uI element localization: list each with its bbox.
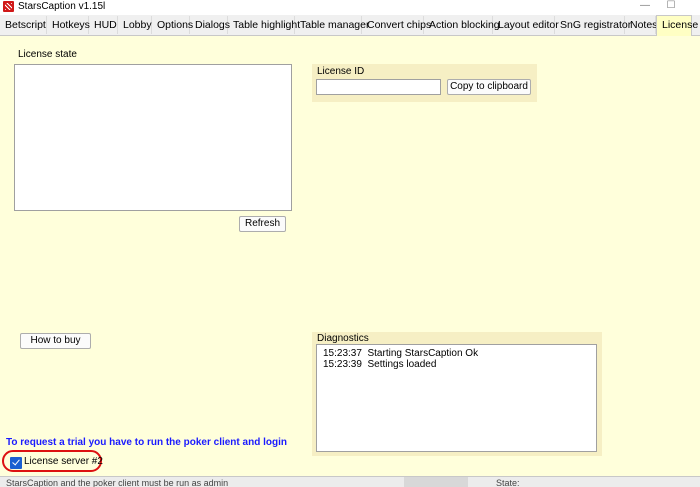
copy-to-clipboard-button[interactable]: Copy to clipboard (447, 79, 531, 95)
tab-convert-chips[interactable]: Convert chips (362, 16, 431, 34)
tab-sng-registrator[interactable]: SnG registrator (555, 16, 631, 34)
maximize-icon[interactable]: ☐ (656, 0, 686, 14)
license-id-label: License ID (317, 66, 365, 77)
tab-betscript[interactable]: Betscript (0, 16, 47, 34)
license-server-label[interactable]: License server #2 (24, 456, 103, 467)
tab-table-manager[interactable]: Table manager (295, 16, 369, 34)
tab-bar: Betscript Hotkeys HUD Lobby Options Dial… (0, 15, 700, 36)
license-panel: License state Refresh License ID Copy to… (0, 36, 700, 476)
tab-license[interactable]: License (656, 15, 698, 36)
license-id-group: License ID Copy to clipboard (312, 64, 537, 102)
tab-action-blocking[interactable]: Action blocking (424, 16, 500, 34)
app-icon (3, 1, 14, 12)
log-line: 15:23:37 Starting StarsCaption Ok (323, 348, 479, 359)
tab-table-highlight[interactable]: Table highlight (228, 16, 300, 34)
tab-lobby[interactable]: Lobby (118, 16, 152, 34)
diagnostics-label: Diagnostics (317, 333, 369, 344)
how-to-buy-button[interactable]: How to buy (20, 333, 91, 349)
log-line: 15:23:39 Settings loaded (323, 358, 437, 370)
license-state-box[interactable] (14, 64, 292, 211)
window-title: StarsCaption v1.15l (18, 1, 106, 12)
license-id-field[interactable] (316, 79, 441, 95)
license-server-checkbox[interactable] (10, 457, 22, 469)
tab-options[interactable]: Options (152, 16, 193, 34)
tab-notes[interactable]: Notes (625, 16, 657, 34)
tab-hud[interactable]: HUD (89, 16, 118, 34)
diagnostics-group: Diagnostics 15:23:37 Starting StarsCapti… (312, 332, 602, 456)
tab-dialogs[interactable]: Dialogs (190, 16, 230, 34)
title-bar: StarsCaption v1.15l — ☐ (0, 0, 700, 14)
tab-layout-editor[interactable]: Layout editor (493, 16, 559, 34)
tab-hotkeys[interactable]: Hotkeys (47, 16, 90, 34)
refresh-button[interactable]: Refresh (239, 216, 286, 232)
trial-notice: To request a trial you have to run the p… (6, 437, 287, 448)
status-bar: StarsCaption and the poker client must b… (0, 476, 700, 487)
diagnostics-log[interactable]: 15:23:37 Starting StarsCaption Ok 15:23:… (316, 344, 597, 452)
license-state-label: License state (18, 49, 77, 60)
